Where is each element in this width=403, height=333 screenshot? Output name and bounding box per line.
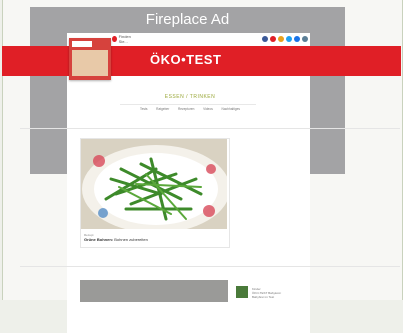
search-label: Finden Sie...: [118, 34, 131, 44]
section-nav: Tests Ratgeber Rezepturen Videos Nachhal…: [140, 107, 240, 111]
article-title-bold: Grüne Bohnen:: [84, 237, 114, 242]
site-logo[interactable]: ÖKO•TEST: [150, 52, 221, 67]
nav-item-nachhaltiges[interactable]: Nachhaltiges: [222, 107, 240, 111]
social-icons: [262, 36, 308, 42]
search-control[interactable]: Finden Sie...: [112, 34, 136, 44]
nav-item-tests[interactable]: Tests: [140, 107, 147, 111]
section-divider: [20, 128, 400, 129]
search-icon: [112, 36, 117, 42]
twitter-icon[interactable]: [286, 36, 292, 42]
nav-divider: [120, 104, 256, 105]
facebook-icon[interactable]: [262, 36, 268, 42]
nav-item-ratgeber[interactable]: Ratgeber: [156, 107, 169, 111]
googleplus-icon[interactable]: [294, 36, 300, 42]
green-beans-image[interactable]: [81, 139, 227, 229]
article-subtitle: Bohnen zubereiten: [114, 237, 148, 242]
article-title[interactable]: Grüne Bohnen: Bohnen zubereiten: [84, 237, 148, 242]
ad-label: Fireplace Ad: [145, 11, 230, 28]
nav-item-videos[interactable]: Videos: [203, 107, 213, 111]
youtube-icon[interactable]: [270, 36, 276, 42]
nav-item-rezepturen[interactable]: Rezepturen: [178, 107, 194, 111]
next-article-image[interactable]: [80, 280, 228, 302]
side-article-text[interactable]: Kinder ÖKO-TEST Babykost: Babybrei im Te…: [252, 287, 292, 299]
section-divider-2: [20, 266, 400, 267]
magazine-cover[interactable]: [69, 38, 111, 80]
breadcrumb: ESSEN / TRINKEN: [164, 94, 216, 100]
side-article-thumb[interactable]: [236, 286, 248, 298]
mail-icon[interactable]: [302, 36, 308, 42]
rss-icon[interactable]: [278, 36, 284, 42]
side-article-title: ÖKO-TEST Babykost: Babybrei im Test: [252, 291, 282, 299]
